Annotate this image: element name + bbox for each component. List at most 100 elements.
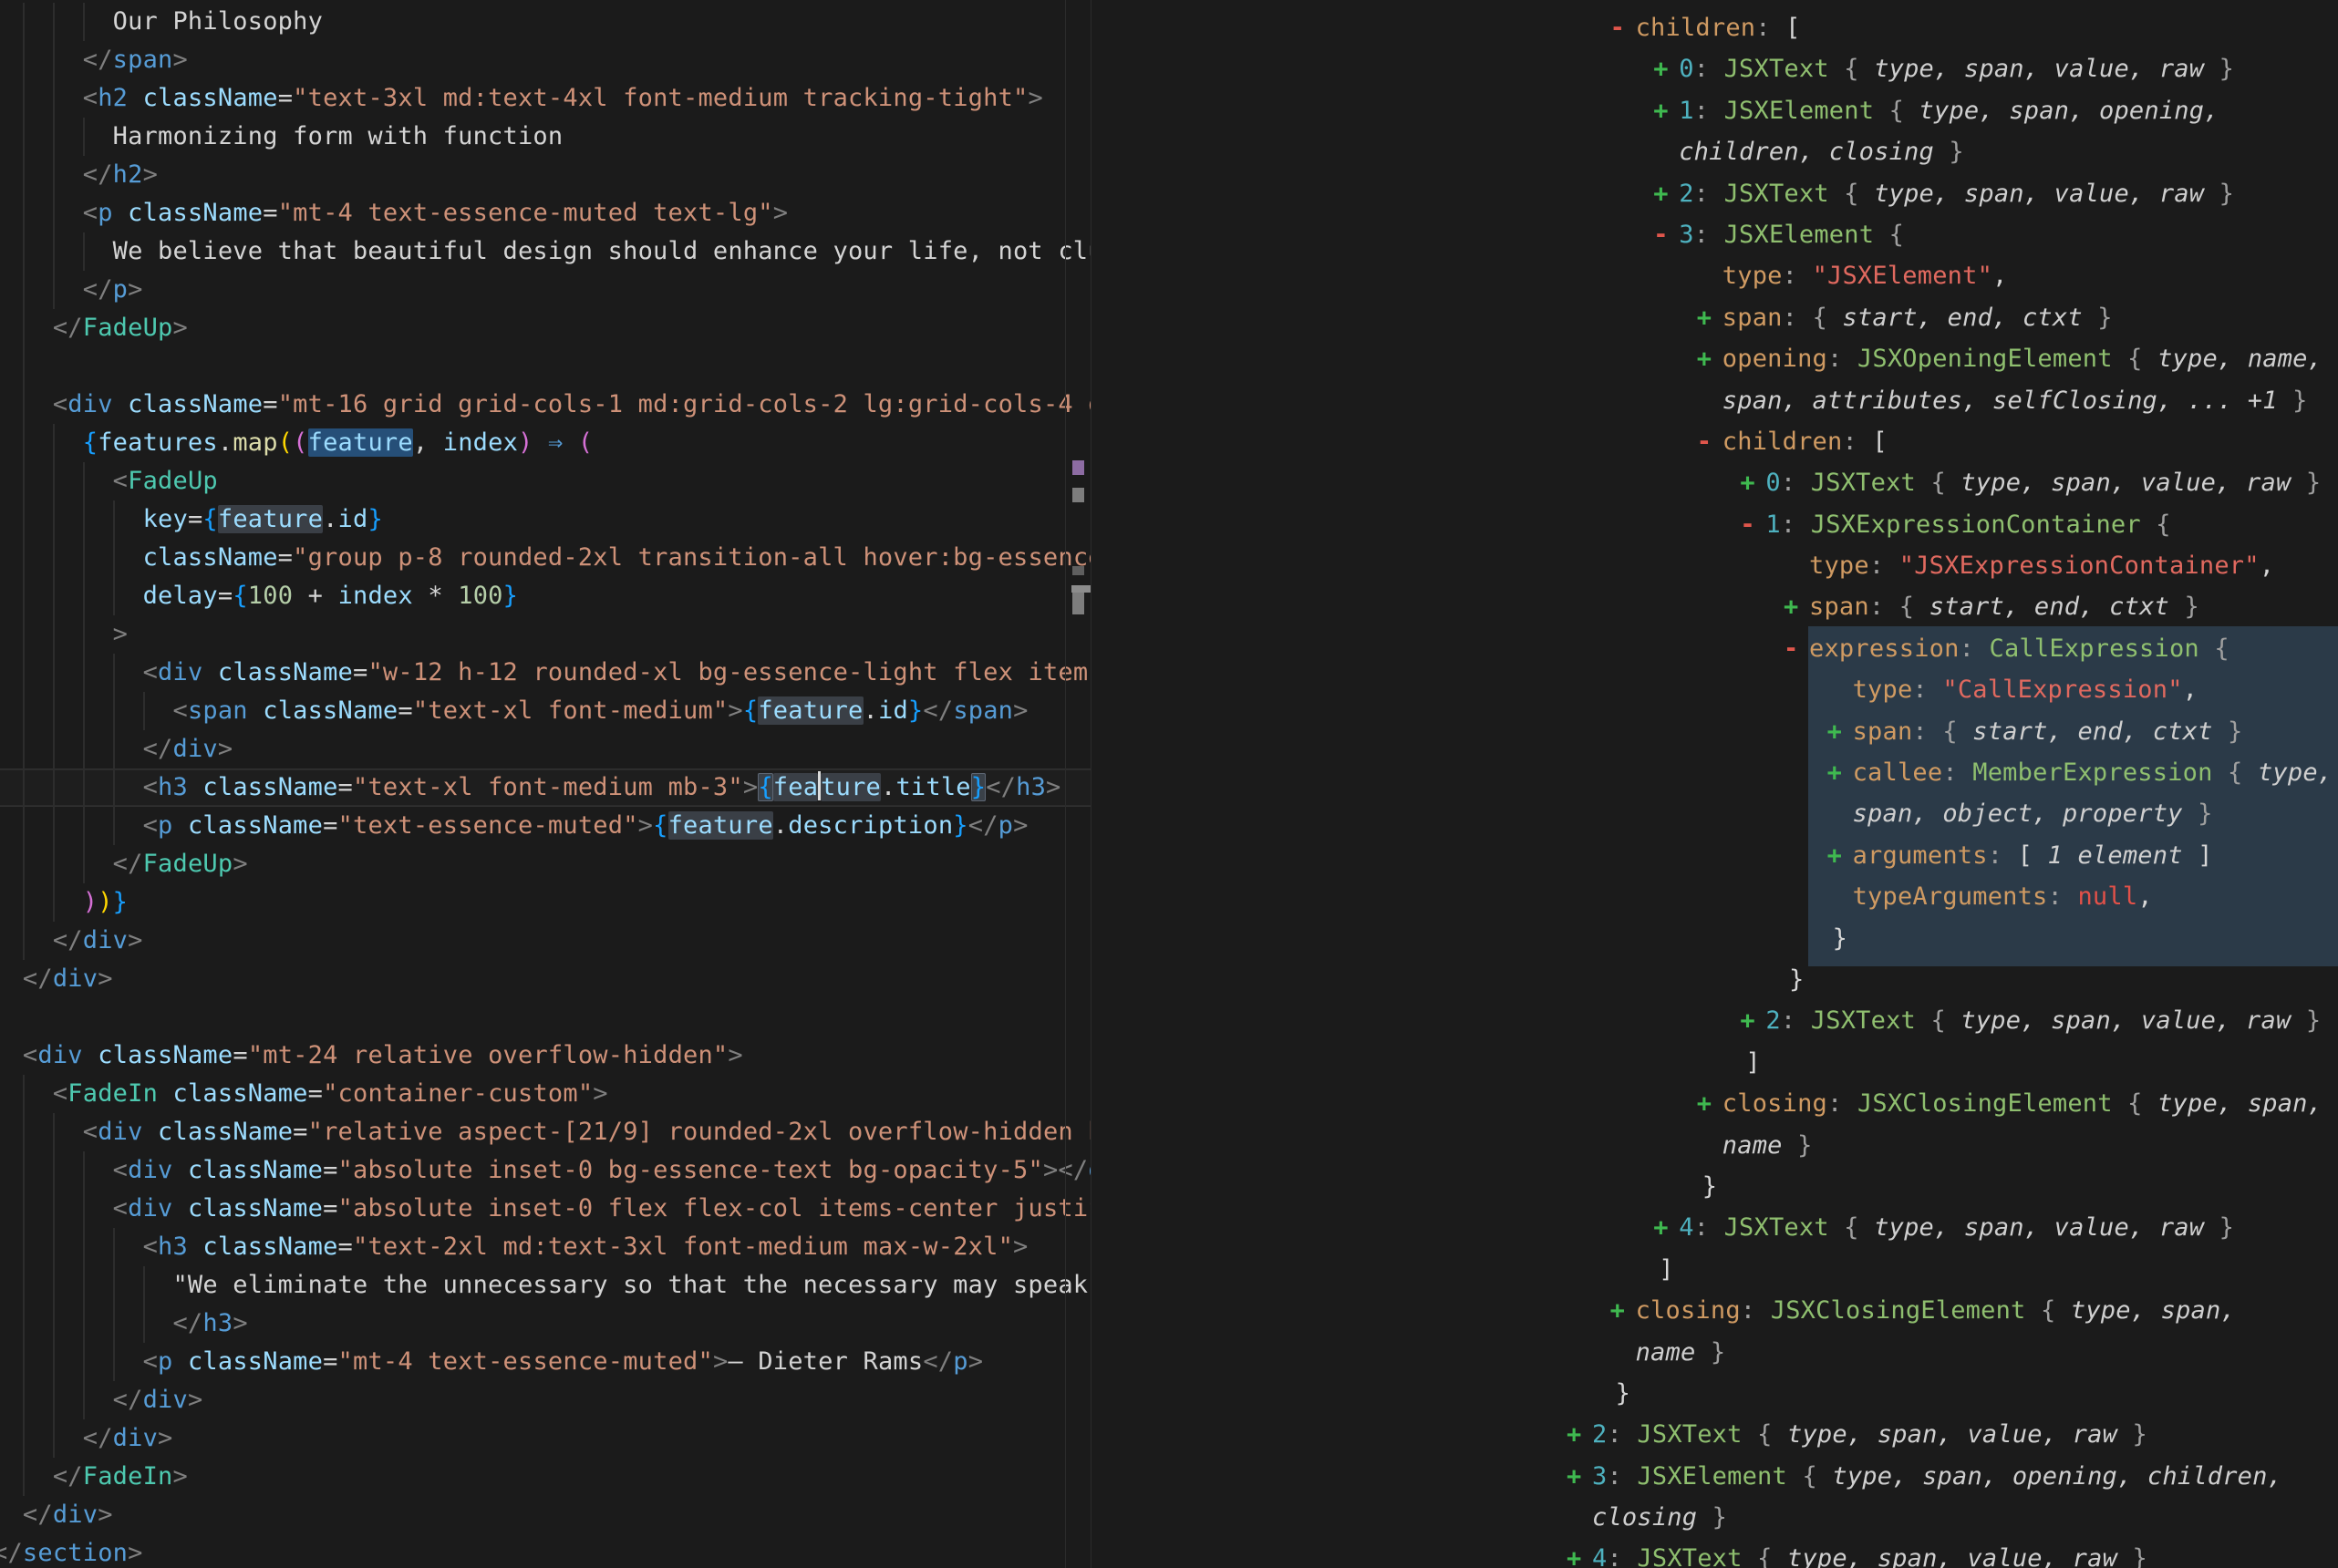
expand-icon[interactable]: + bbox=[1827, 835, 1843, 876]
code-line[interactable]: </h2> bbox=[0, 156, 1091, 194]
code-line[interactable]: <FadeUp bbox=[0, 462, 1091, 500]
ast-row[interactable]: +opening: JSXOpeningElement { type, name… bbox=[1091, 338, 2338, 379]
ast-row[interactable]: } bbox=[1091, 959, 2338, 1000]
ast-row[interactable]: +0: JSXText { type, span, value, raw } bbox=[1091, 48, 2338, 89]
code-line[interactable]: We believe that beautiful design should … bbox=[0, 232, 1091, 271]
expand-icon[interactable]: + bbox=[1610, 1290, 1626, 1331]
ast-row[interactable]: +arguments: [ 1 element ] bbox=[1091, 835, 2338, 876]
ast-row[interactable]: +2: JSXText { type, span, value, raw } bbox=[1091, 173, 2338, 214]
code-line[interactable]: <h3 className="text-2xl md:text-3xl font… bbox=[0, 1228, 1091, 1266]
code-line[interactable]: </FadeUp> bbox=[0, 309, 1091, 347]
code-line[interactable]: </div> bbox=[0, 730, 1091, 769]
ast-row[interactable]: name } bbox=[1091, 1125, 2338, 1166]
code-line[interactable]: > bbox=[0, 615, 1091, 654]
collapse-icon[interactable]: - bbox=[1610, 7, 1626, 48]
ast-row[interactable]: name } bbox=[1091, 1332, 2338, 1373]
code-line[interactable]: <span className="text-xl font-medium">{f… bbox=[0, 692, 1091, 730]
ast-row[interactable]: ] bbox=[1091, 1042, 2338, 1083]
code-line[interactable]: </p> bbox=[0, 271, 1091, 309]
ast-row[interactable]: closing } bbox=[1091, 1497, 2338, 1538]
ast-row[interactable]: +callee: MemberExpression { type, bbox=[1091, 752, 2338, 793]
code-line[interactable]: </div> bbox=[0, 1381, 1091, 1419]
ast-row[interactable]: span, object, property } bbox=[1091, 793, 2338, 834]
code-line[interactable]: <p className="mt-4 text-essence-muted te… bbox=[0, 194, 1091, 232]
ast-row[interactable]: type: "JSXExpressionContainer", bbox=[1091, 545, 2338, 586]
ast-row[interactable]: -children: [ bbox=[1091, 7, 2338, 48]
code-line[interactable]: </div> bbox=[0, 922, 1091, 960]
code-line[interactable]: <div className="mt-16 grid grid-cols-1 m… bbox=[0, 386, 1091, 424]
ast-row[interactable]: +closing: JSXClosingElement { type, span… bbox=[1091, 1290, 2338, 1331]
ast-row[interactable]: +span: { start, end, ctxt } bbox=[1091, 586, 2338, 627]
code-line[interactable]: <p className="text-essence-muted">{featu… bbox=[0, 807, 1091, 845]
ast-row[interactable]: +closing: JSXClosingElement { type, span… bbox=[1091, 1083, 2338, 1124]
code-line[interactable]: </span> bbox=[0, 41, 1091, 79]
collapse-icon[interactable]: - bbox=[1697, 421, 1712, 462]
expand-icon[interactable]: + bbox=[1697, 1083, 1712, 1124]
code-line[interactable]: <div className="relative aspect-[21/9] r… bbox=[0, 1113, 1091, 1151]
code-line[interactable]: {features.map((feature, index) ⇒ ( bbox=[0, 424, 1091, 462]
expand-icon[interactable]: + bbox=[1740, 462, 1755, 503]
ast-row[interactable]: ] bbox=[1091, 1249, 2338, 1290]
expand-icon[interactable]: + bbox=[1827, 711, 1843, 752]
code-line[interactable]: <FadeIn className="container-custom"> bbox=[0, 1075, 1091, 1113]
code-line[interactable]: Our Philosophy bbox=[0, 3, 1091, 41]
ast-row[interactable]: } bbox=[1091, 1166, 2338, 1207]
ast-row[interactable]: +1: JSXElement { type, span, opening, bbox=[1091, 90, 2338, 131]
code-line[interactable]: </div> bbox=[0, 1419, 1091, 1458]
ast-row[interactable]: -expression: CallExpression { bbox=[1091, 628, 2338, 669]
expand-icon[interactable]: + bbox=[1653, 1207, 1669, 1248]
ast-row[interactable]: typeArguments: null, bbox=[1091, 876, 2338, 917]
ast-row[interactable]: } bbox=[1091, 1373, 2338, 1414]
expand-icon[interactable]: + bbox=[1653, 48, 1669, 89]
ast-row[interactable]: -3: JSXElement { bbox=[1091, 214, 2338, 255]
ast-row[interactable]: +4: JSXText { type, span, value, raw } bbox=[1091, 1207, 2338, 1248]
ast-row[interactable]: span, attributes, selfClosing, ... +1 } bbox=[1091, 380, 2338, 421]
ast-row[interactable]: children, closing } bbox=[1091, 131, 2338, 172]
ast-tree-panel[interactable]: -children: [+0: JSXText { type, span, va… bbox=[1091, 0, 2338, 1568]
code-line[interactable]: </FadeUp> bbox=[0, 845, 1091, 883]
code-line[interactable]: Harmonizing form with function bbox=[0, 118, 1091, 156]
code-line[interactable]: delay={100 + index * 100} bbox=[0, 577, 1091, 615]
code-line[interactable]: </section> bbox=[0, 1534, 1091, 1568]
expand-icon[interactable]: + bbox=[1697, 338, 1712, 379]
expand-icon[interactable]: + bbox=[1784, 586, 1799, 627]
code-line[interactable]: </div> bbox=[0, 960, 1091, 998]
code-line[interactable]: className="group p-8 rounded-2xl transit… bbox=[0, 539, 1091, 577]
code-line[interactable]: ))} bbox=[0, 883, 1091, 922]
expand-icon[interactable]: + bbox=[1653, 90, 1669, 131]
expand-icon[interactable]: + bbox=[1567, 1414, 1582, 1455]
expand-icon[interactable]: + bbox=[1567, 1538, 1582, 1568]
code-line[interactable]: <p className="mt-4 text-essence-muted">—… bbox=[0, 1343, 1091, 1381]
code-line[interactable]: <div className="w-12 h-12 rounded-xl bg-… bbox=[0, 654, 1091, 692]
ast-row[interactable]: +0: JSXText { type, span, value, raw } bbox=[1091, 462, 2338, 503]
code-line[interactable] bbox=[0, 347, 1091, 386]
code-line[interactable]: <div className="absolute inset-0 bg-esse… bbox=[0, 1151, 1091, 1190]
code-line-current[interactable]: <h3 className="text-xl font-medium mb-3"… bbox=[0, 769, 1091, 807]
ast-row[interactable]: -children: [ bbox=[1091, 421, 2338, 462]
expand-icon[interactable]: + bbox=[1697, 297, 1712, 338]
collapse-icon[interactable]: - bbox=[1653, 214, 1669, 255]
collapse-icon[interactable]: - bbox=[1740, 504, 1755, 545]
ast-row[interactable]: type: "CallExpression", bbox=[1091, 669, 2338, 710]
code-line[interactable]: </FadeIn> bbox=[0, 1458, 1091, 1496]
ast-row[interactable]: +2: JSXText { type, span, value, raw } bbox=[1091, 1000, 2338, 1041]
code-line[interactable]: "We eliminate the unnecessary so that th… bbox=[0, 1266, 1091, 1305]
code-line[interactable]: key={feature.id} bbox=[0, 500, 1091, 539]
code-line[interactable]: <div className="mt-24 relative overflow-… bbox=[0, 1037, 1091, 1075]
ast-row[interactable]: +span: { start, end, ctxt } bbox=[1091, 711, 2338, 752]
expand-icon[interactable]: + bbox=[1740, 1000, 1755, 1041]
ast-row[interactable]: -1: JSXExpressionContainer { bbox=[1091, 504, 2338, 545]
ast-row[interactable]: } bbox=[1091, 918, 2338, 959]
code-line[interactable]: </h3> bbox=[0, 1305, 1091, 1343]
collapse-icon[interactable]: - bbox=[1784, 628, 1799, 669]
ast-row[interactable]: +span: { start, end, ctxt } bbox=[1091, 297, 2338, 338]
code-line[interactable] bbox=[0, 998, 1091, 1037]
expand-icon[interactable]: + bbox=[1653, 173, 1669, 214]
ast-row[interactable]: type: "JSXElement", bbox=[1091, 255, 2338, 296]
code-line[interactable]: <h2 className="text-3xl md:text-4xl font… bbox=[0, 79, 1091, 118]
ast-row[interactable]: +4: JSXText { type, span, value, raw } bbox=[1091, 1538, 2338, 1568]
ast-row[interactable]: +3: JSXElement { type, span, opening, ch… bbox=[1091, 1456, 2338, 1497]
expand-icon[interactable]: + bbox=[1827, 752, 1843, 793]
expand-icon[interactable]: + bbox=[1567, 1456, 1582, 1497]
code-line[interactable]: </div> bbox=[0, 1496, 1091, 1534]
